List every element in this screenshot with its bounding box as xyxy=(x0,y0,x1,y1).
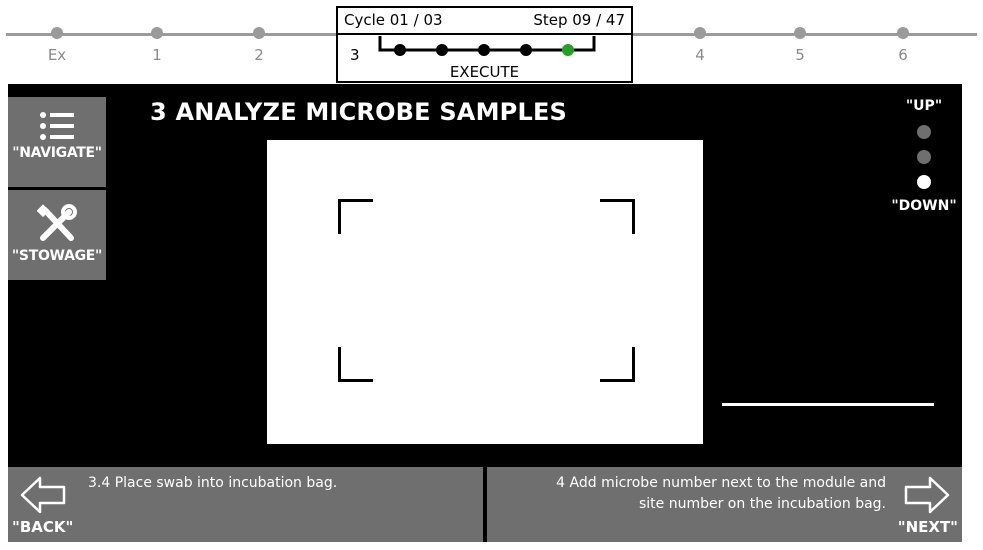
substep-progress xyxy=(378,36,596,56)
viewfinder-corner xyxy=(600,347,635,382)
timeline-step-label: 2 xyxy=(254,46,264,64)
next-step-text-line: site number on the incubation bag. xyxy=(638,496,886,512)
scroll-position-dots xyxy=(884,125,964,189)
substep-dot xyxy=(394,44,406,56)
cycle-step-header: Cycle 01 / 03 Step 09 / 47 xyxy=(338,8,631,35)
timeline-step-label: 6 xyxy=(898,46,908,64)
list-icon xyxy=(40,112,74,140)
current-step-box: Cycle 01 / 03 Step 09 / 47 3 EXECUTE xyxy=(336,6,633,83)
current-step-number: 3 xyxy=(350,46,360,64)
scroll-indicator[interactable]: "UP" "DOWN" xyxy=(884,98,964,214)
previous-step-text: 3.4 Place swab into incubation bag. xyxy=(88,475,338,491)
substep-dot xyxy=(436,44,448,56)
scroll-dot xyxy=(917,125,931,139)
timeline-step-ex[interactable]: Ex xyxy=(37,27,77,64)
next-step-text-line: 4 Add microbe number next to the module … xyxy=(556,475,886,491)
substep-dot xyxy=(520,44,532,56)
timeline-step-4[interactable]: 4 xyxy=(680,27,720,64)
substep-dot-active xyxy=(562,44,574,56)
substep-dot xyxy=(478,44,490,56)
next-button[interactable]: 4 Add microbe number next to the module … xyxy=(487,467,962,542)
navigate-label: "NAVIGATE" xyxy=(12,145,102,161)
navigate-button[interactable]: "NAVIGATE" xyxy=(8,97,106,187)
timeline-step-2[interactable]: 2 xyxy=(239,27,279,64)
next-label: "NEXT" xyxy=(897,518,958,536)
procedure-timeline: Ex 1 2 4 5 6 Cycle 01 / 03 Step 09 / 47 … xyxy=(0,0,983,84)
viewfinder-corner xyxy=(338,199,373,234)
scroll-down-label[interactable]: "DOWN" xyxy=(884,198,964,214)
arrow-left-icon xyxy=(20,476,66,514)
next-step-text: 4 Add microbe number next to the module … xyxy=(556,473,886,515)
scroll-up-label[interactable]: "UP" xyxy=(884,98,964,114)
timeline-step-label: Ex xyxy=(47,46,67,64)
scroll-dot xyxy=(917,150,931,164)
back-button[interactable]: 3.4 Place swab into incubation bag. "BAC… xyxy=(8,467,483,542)
timeline-step-label: 4 xyxy=(695,46,705,64)
tools-icon xyxy=(37,204,77,241)
phase-label: EXECUTE xyxy=(449,63,520,81)
viewfinder-corner xyxy=(338,347,373,382)
stowage-label: "STOWAGE" xyxy=(11,248,103,264)
timeline-step-6[interactable]: 6 xyxy=(883,27,923,64)
scroll-dot-active xyxy=(917,175,931,189)
cycle-counter: Cycle 01 / 03 xyxy=(344,10,443,29)
timeline-dot xyxy=(253,27,265,39)
back-label: "BACK" xyxy=(12,518,74,536)
progress-line xyxy=(722,403,934,406)
timeline-step-1[interactable]: 1 xyxy=(137,27,177,64)
timeline-dot xyxy=(794,27,806,39)
stowage-button[interactable]: "STOWAGE" xyxy=(8,190,106,280)
viewfinder-corner xyxy=(600,199,635,234)
camera-viewfinder[interactable] xyxy=(267,140,703,444)
timeline-step-label: 1 xyxy=(152,46,162,64)
timeline-step-5[interactable]: 5 xyxy=(780,27,820,64)
timeline-dot xyxy=(151,27,163,39)
timeline-step-label: 5 xyxy=(795,46,805,64)
arrow-right-icon xyxy=(904,476,950,514)
procedure-title: 3 ANALYZE MICROBE SAMPLES xyxy=(150,98,568,126)
timeline-dot xyxy=(897,27,909,39)
step-counter: Step 09 / 47 xyxy=(533,10,625,29)
timeline-dot xyxy=(51,27,63,39)
timeline-dot xyxy=(694,27,706,39)
main-screen: "NAVIGATE" "STOWAGE" 3 ANALYZE MICROBE S… xyxy=(8,84,962,542)
